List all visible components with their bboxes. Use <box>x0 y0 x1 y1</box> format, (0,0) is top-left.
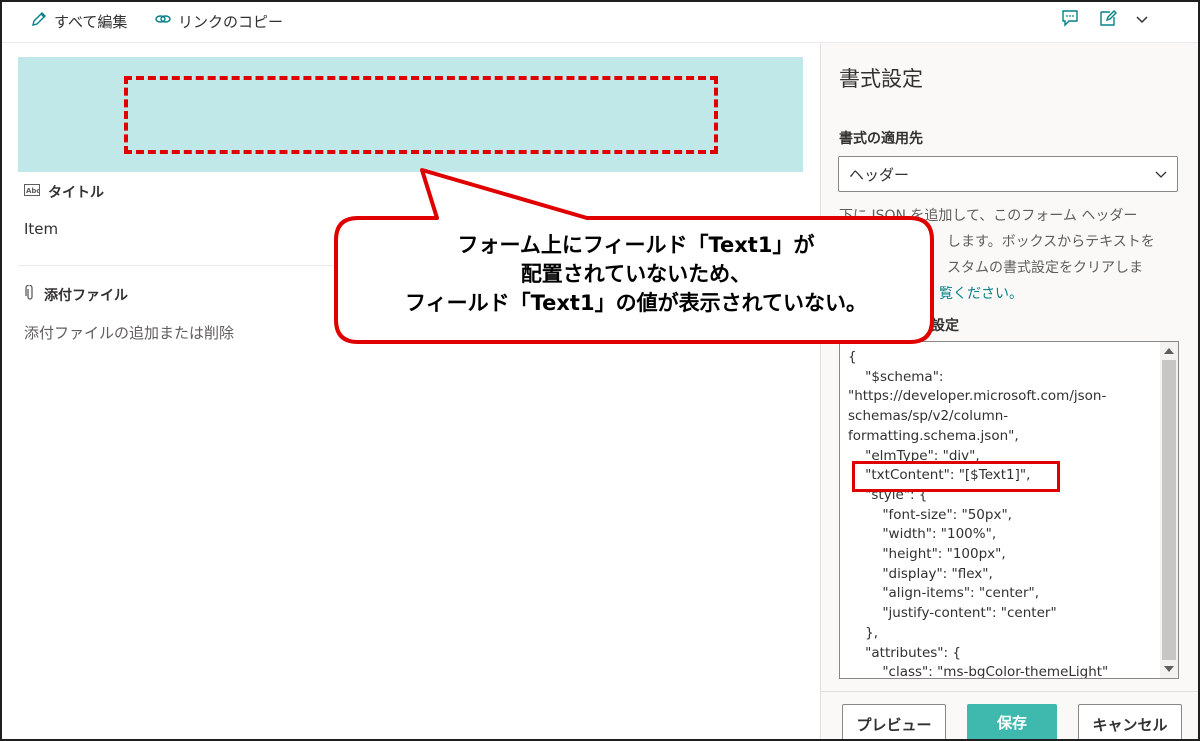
comment-icon <box>1060 8 1080 32</box>
code-line: "https://developer.microsoft.com/json- <box>848 388 1107 405</box>
scroll-down-icon[interactable] <box>1164 666 1174 672</box>
code-line: schemas/sp/v2/column- <box>848 408 1009 425</box>
scroll-thumb[interactable] <box>1162 360 1176 660</box>
code-line: { <box>848 349 857 365</box>
code-line: "height": "100px", <box>848 546 1006 563</box>
code-line: "width": "100%", <box>848 526 997 543</box>
chevron-down-icon <box>1135 11 1149 30</box>
callout-line-1: フォーム上にフィールド「Text1」が <box>457 233 815 257</box>
code-line: formatting.schema.json", <box>848 427 1019 444</box>
json-code: { "$schema": "https://developer.microsoft… <box>848 348 1154 679</box>
comment-button[interactable] <box>1057 8 1083 32</box>
code-line: "class": "ms-bgColor-themeLight" <box>848 664 1109 679</box>
apply-to-dropdown[interactable]: ヘッダー <box>838 156 1178 192</box>
preview-button[interactable]: プレビュー <box>842 704 946 739</box>
empty-header-highlight <box>124 76 718 154</box>
code-line: "align-items": "center", <box>848 585 1040 602</box>
sharepoint-form-window: すべて編集 リンクのコピー Abc タイトル Item 添付ファイル 添付ファイ… <box>0 0 1200 741</box>
description-line-1: 下に JSON を追加して、このフォーム ヘッダー <box>839 208 1138 224</box>
command-bar: すべて編集 リンクのコピー <box>2 2 1198 40</box>
code-line: "font-size": "50px", <box>848 506 1012 523</box>
code-line: }, <box>848 624 879 641</box>
code-line: "attributes": { <box>848 644 961 661</box>
paperclip-icon <box>24 284 36 305</box>
pane-footer: プレビュー 保存 キャンセル <box>821 691 1198 739</box>
copy-link-label: リンクのコピー <box>178 12 284 31</box>
edit-form-button[interactable] <box>1095 8 1121 32</box>
attachments-field-label: 添付ファイル <box>24 284 128 305</box>
pane-title: 書式設定 <box>839 67 923 91</box>
title-field-label: Abc タイトル <box>24 184 104 201</box>
apply-to-value: ヘッダー <box>849 165 910 184</box>
format-pane: 書式設定 書式の適用先 ヘッダー 下に JSON を追加して、このフォーム ヘッ… <box>820 43 1198 739</box>
json-editor[interactable]: { "$schema": "https://developer.microsoft… <box>839 341 1179 679</box>
chevron-down-icon <box>1153 166 1169 186</box>
txtcontent-highlight <box>852 461 1060 492</box>
json-label: 設定 <box>931 318 959 334</box>
callout-text: フォーム上にフィールド「Text1」が 配置されていないため、 フィールド「Te… <box>338 231 934 318</box>
link-icon <box>154 10 172 32</box>
code-line: "display": "flex", <box>848 565 993 582</box>
edit-all-label: すべて編集 <box>54 12 128 31</box>
callout-line-2: 配置されていないため、 <box>520 262 752 286</box>
title-field-value[interactable]: Item <box>24 220 58 238</box>
code-line: "$schema": <box>848 368 944 385</box>
attachments-add-remove[interactable]: 添付ファイルの追加または削除 <box>24 322 234 343</box>
cancel-button[interactable]: キャンセル <box>1078 704 1182 739</box>
edit-all-button[interactable]: すべて編集 <box>30 10 127 32</box>
save-button[interactable]: 保存 <box>967 704 1057 739</box>
apply-to-label: 書式の適用先 <box>839 131 923 147</box>
text-field-icon: Abc <box>24 184 41 200</box>
edit-form-icon <box>1098 8 1118 32</box>
callout-line-3: フィールド「Text1」の値が表示されていない。 <box>405 291 867 315</box>
copy-link-button[interactable]: リンクのコピー <box>154 10 283 32</box>
svg-text:Abc: Abc <box>26 187 40 195</box>
code-line: "justify-content": "center" <box>848 605 1057 622</box>
expand-button[interactable] <box>1129 8 1155 32</box>
pencil-icon <box>30 10 48 32</box>
editor-scrollbar[interactable] <box>1160 342 1178 678</box>
learn-more-link[interactable]: 覧ください。 <box>939 286 1023 302</box>
scroll-up-icon[interactable] <box>1164 348 1174 354</box>
